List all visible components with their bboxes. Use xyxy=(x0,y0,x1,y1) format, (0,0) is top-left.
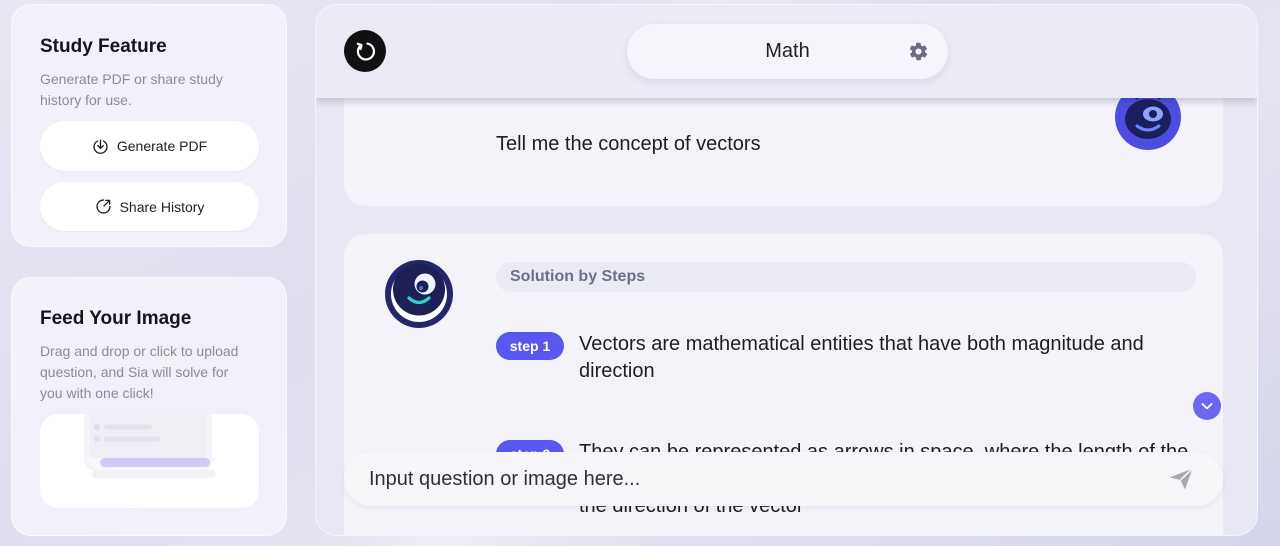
document-illustration xyxy=(84,414,216,478)
share-history-button[interactable]: Share History xyxy=(40,182,259,231)
scroll-down-button[interactable] xyxy=(1193,392,1221,420)
step-text: Vectors are mathematical entities that h… xyxy=(579,333,1144,382)
chat-panel: Math Tell me the concept of vectors Solu… xyxy=(315,4,1258,536)
refresh-icon xyxy=(356,42,376,61)
subject-label: Math xyxy=(765,40,810,62)
study-feature-card: Study Feature Generate PDF or share stud… xyxy=(11,4,287,247)
feed-image-card: Feed Your Image Drag and drop or click t… xyxy=(11,277,287,536)
share-history-label: Share History xyxy=(119,198,205,215)
download-icon xyxy=(93,138,108,154)
study-feature-description: Generate PDF or share study history for … xyxy=(40,71,223,108)
bot-avatar xyxy=(385,260,453,328)
study-feature-title: Study Feature xyxy=(40,36,167,57)
feed-image-title: Feed Your Image xyxy=(40,308,192,329)
gear-icon[interactable] xyxy=(908,41,929,62)
user-message-text: Tell me the concept of vectors xyxy=(496,133,761,155)
image-upload-dropzone[interactable] xyxy=(40,414,259,508)
question-composer xyxy=(344,452,1223,506)
chevron-down-icon xyxy=(1201,403,1213,410)
feed-image-description: Drag and drop or click to upload questio… xyxy=(40,343,239,401)
question-input[interactable] xyxy=(369,452,1149,506)
solution-heading-label: Solution by Steps xyxy=(510,268,646,285)
share-icon xyxy=(95,199,111,214)
solution-heading: Solution by Steps xyxy=(496,262,1196,292)
generate-pdf-button[interactable]: Generate PDF xyxy=(40,121,259,171)
generate-pdf-label: Generate PDF xyxy=(116,138,208,154)
step-badge: step 1 xyxy=(496,332,564,360)
refresh-button[interactable] xyxy=(344,30,386,72)
subject-selector[interactable]: Math xyxy=(627,24,948,79)
send-icon[interactable] xyxy=(1168,467,1194,491)
chat-header: Math xyxy=(316,5,1257,98)
